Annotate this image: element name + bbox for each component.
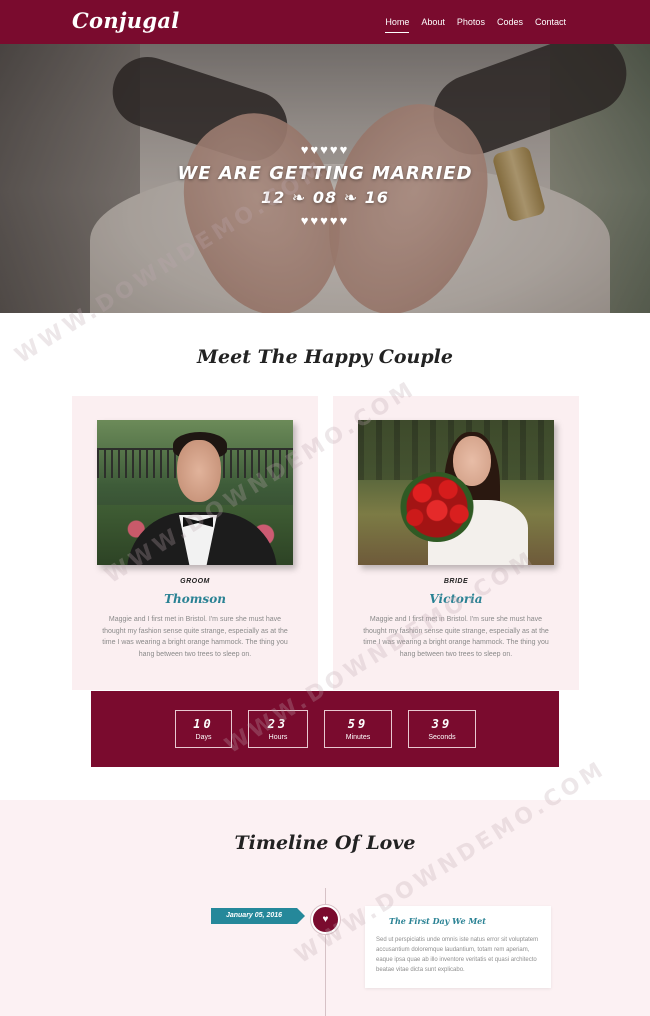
hearts-icon: ♥♥♥♥♥ (300, 213, 350, 228)
countdown-seconds-label: Seconds (428, 734, 456, 741)
groom-photo (97, 420, 293, 565)
nav-contact-link[interactable]: Contact (535, 17, 566, 27)
bride-name: Victoria (429, 592, 483, 606)
countdown-minutes-label: Minutes (345, 734, 371, 741)
hero-content: ♥♥♥♥♥ WE ARE GETTING MARRIED 12 ❧ 08 ❧ 1… (0, 142, 650, 228)
timeline-event-text: Sed ut perspiciatis unde omnis iste natu… (376, 937, 539, 973)
countdown-days-label: Days (195, 734, 212, 741)
timeline-event-card: The First Day We Met Sed ut perspiciatis… (365, 906, 551, 988)
heart-icon: ♥ (311, 905, 340, 934)
nav-codes-link[interactable]: Codes (497, 17, 523, 27)
countdown-seconds: 39 Seconds (408, 710, 476, 748)
groom-name: Thomson (164, 592, 226, 606)
countdown-minutes-value: 59 (347, 717, 369, 731)
countdown-hours-value: 23 (267, 717, 289, 731)
nav-photos-link[interactable]: Photos (457, 17, 485, 27)
bride-role-label: BRIDE (443, 578, 469, 585)
timeline-event-title: The First Day We Met (389, 916, 486, 926)
bride-photo (358, 420, 554, 565)
countdown-days-value: 10 (193, 717, 214, 731)
hero-title: WE ARE GETTING MARRIED (177, 163, 473, 184)
countdown-minutes: 59 Minutes (324, 710, 392, 748)
timeline-section-title: Timeline Of Love (234, 832, 416, 854)
hearts-icon: ♥♥♥♥♥ (300, 142, 350, 157)
groom-card: GROOM Thomson Maggie and I first met in … (72, 396, 318, 690)
main-nav: Home About Photos Codes Contact (385, 17, 566, 33)
countdown-days: 10 Days (175, 710, 232, 748)
wedding-date: 12 ❧ 08 ❧ 16 (261, 188, 389, 207)
navbar: Conjugal Home About Photos Codes Contact (0, 0, 650, 44)
groom-role-label: GROOM (180, 578, 210, 585)
brand-logo[interactable]: Conjugal (72, 8, 180, 33)
groom-description: Maggie and I first met in Bristol. I'm s… (102, 616, 288, 658)
countdown-bar: 10 Days 23 Hours 59 Minutes 39 Seconds (91, 691, 559, 767)
nav-home-link[interactable]: Home (385, 17, 410, 33)
couple-section-title: Meet The Happy Couple (197, 346, 453, 368)
countdown-hours-label: Hours (268, 734, 288, 741)
timeline-date-badge: January 05, 2016 (211, 908, 305, 924)
countdown-hours: 23 Hours (248, 710, 308, 748)
bride-description: Maggie and I first met in Bristol. I'm s… (363, 616, 549, 658)
nav-about-link[interactable]: About (421, 17, 445, 27)
countdown-seconds-value: 39 (431, 717, 453, 731)
hero-banner: ♥♥♥♥♥ WE ARE GETTING MARRIED 12 ❧ 08 ❧ 1… (0, 44, 650, 313)
bride-card: BRIDE Victoria Maggie and I first met in… (333, 396, 579, 690)
